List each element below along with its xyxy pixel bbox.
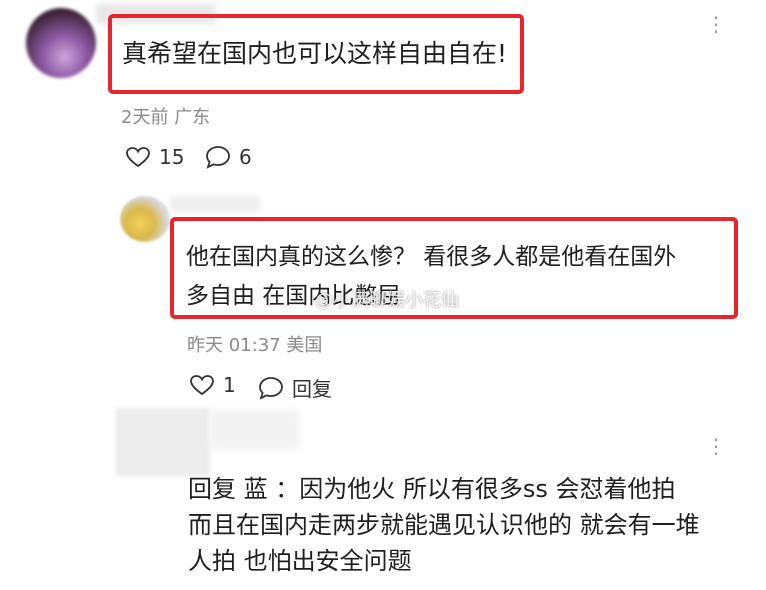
comment-meta: 2天前 广东 [121, 103, 210, 129]
comment-time: 2天前 [121, 107, 169, 128]
like-count: 15 [159, 145, 185, 169]
reply-label: 回复 [292, 377, 332, 401]
reply-count: 6 [239, 145, 252, 169]
heart-icon [126, 147, 150, 168]
reply-count-button[interactable]: 6 [205, 145, 252, 169]
comment-location: 美国 [286, 335, 323, 356]
comment-bubble-icon [206, 146, 230, 169]
heart-icon [190, 375, 214, 396]
comment-bubble-icon [259, 376, 283, 400]
avatar[interactable] [26, 8, 96, 78]
more-options-icon[interactable]: ⋮ [706, 436, 727, 456]
comment-meta: 昨天 01:37 美国 [187, 331, 322, 357]
reply-text-line: 回复 蓝 ：因为他火 所以有很多ss 会怼着他拍 [188, 475, 676, 503]
watermark: @小满聊娱小花仙 [315, 290, 459, 311]
avatar[interactable] [120, 196, 170, 242]
comment-text: 真希望在国内也可以这样自由自在! [122, 39, 508, 68]
reply-button[interactable]: 回复 [258, 373, 332, 402]
comment-time: 昨天 01:37 [187, 335, 281, 356]
reply-text-line: 人拍 也怕出安全问题 [188, 547, 412, 575]
avatar[interactable] [116, 408, 210, 476]
comment-location: 广东 [174, 107, 211, 128]
reply-text-line: 而且在国内走两步就能遇见认识他的 就会有一堆 [188, 511, 700, 539]
like-count: 1 [223, 373, 236, 397]
username-blurred [210, 410, 300, 450]
like-button[interactable]: 1 [189, 373, 236, 397]
username-blurred [170, 196, 260, 212]
more-options-icon[interactable]: ⋮ [706, 14, 727, 34]
like-button[interactable]: 15 [125, 145, 184, 169]
comment-text-line: 他在国内真的这么惨？ 看很多人都是他看在国外 [186, 244, 677, 270]
